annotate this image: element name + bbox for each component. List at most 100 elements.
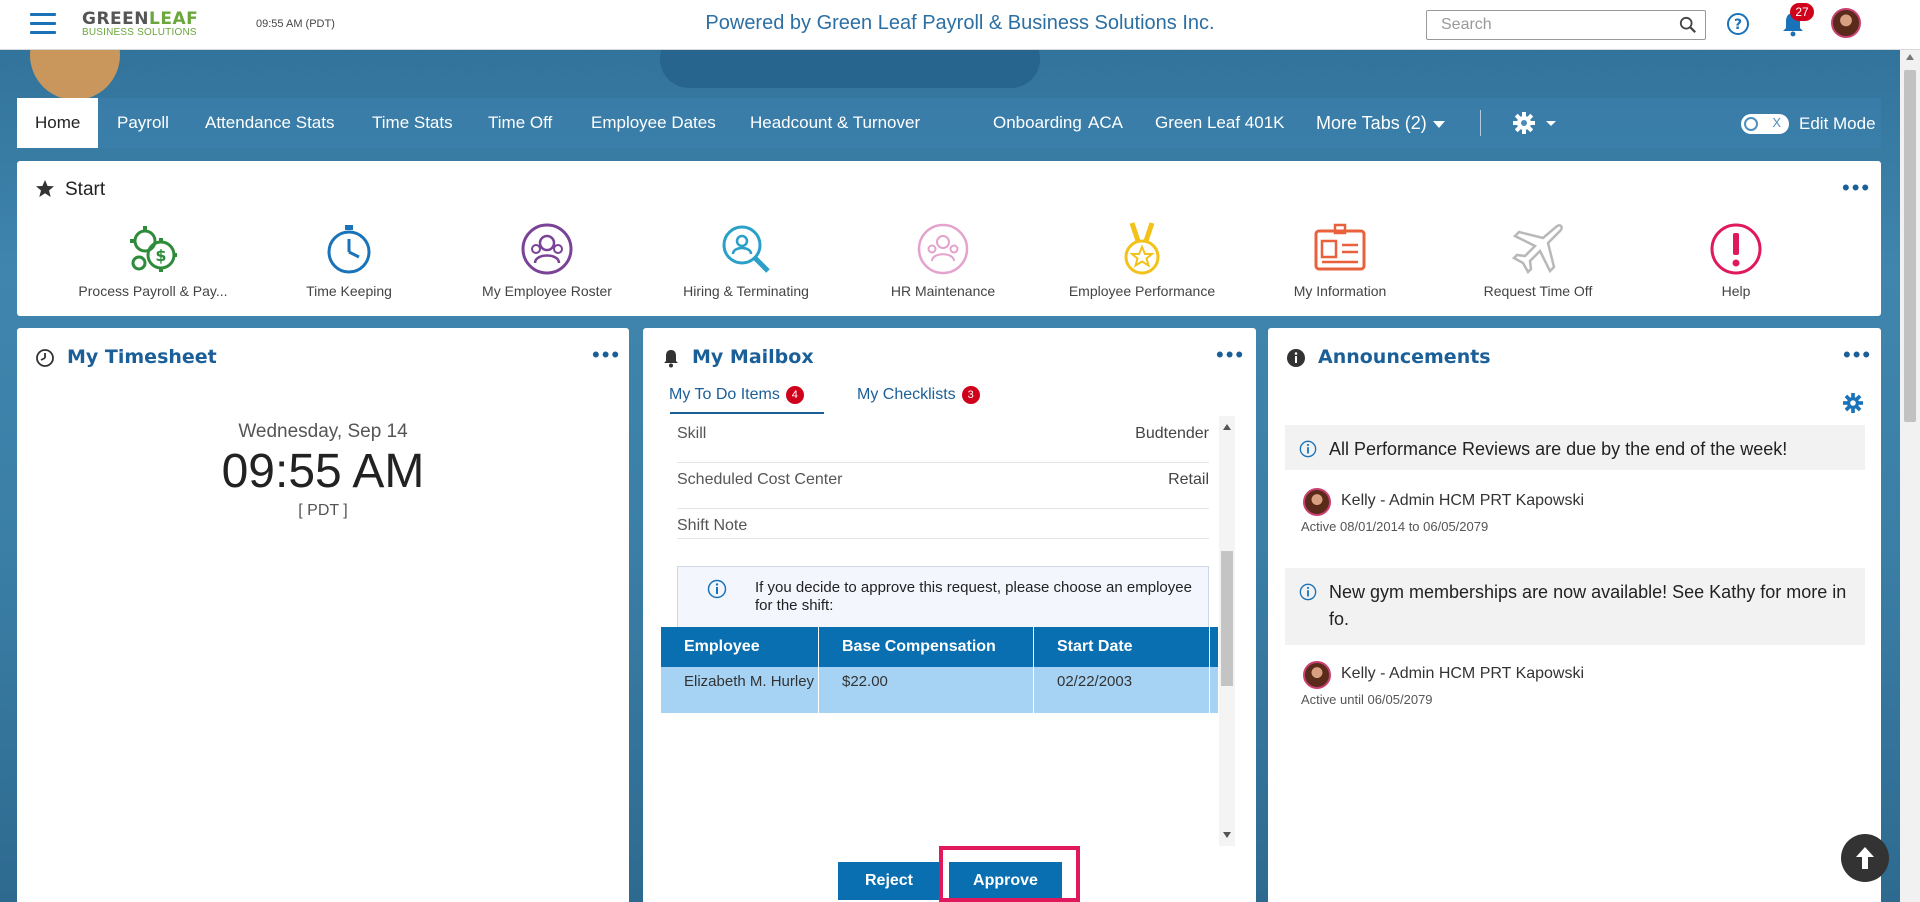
tab-green-leaf-401k[interactable]: Green Leaf 401K bbox=[1155, 98, 1284, 148]
settings-gear-icon[interactable] bbox=[1511, 110, 1557, 136]
announcements-title: Announcements bbox=[1318, 346, 1491, 368]
tab-more-tabs[interactable]: More Tabs (2) bbox=[1316, 98, 1445, 148]
start-more-options-icon[interactable]: ••• bbox=[1842, 177, 1871, 199]
back-to-top-button[interactable] bbox=[1841, 834, 1889, 882]
column-header-start-date[interactable]: Start Date bbox=[1034, 627, 1210, 667]
shortcut-label: Employee Performance bbox=[1068, 283, 1216, 299]
logo[interactable]: GREENLEAF BUSINESS SOLUTIONS bbox=[82, 9, 212, 43]
toggle-off-label: X bbox=[1772, 115, 1781, 130]
shortcut-label: Help bbox=[1721, 283, 1751, 299]
shortcut-my-employee-roster[interactable]: My Employee Roster bbox=[452, 221, 642, 299]
shortcut-label: HR Maintenance bbox=[890, 283, 996, 299]
shortcut-hiring-terminating[interactable]: Hiring & Terminating bbox=[651, 221, 841, 299]
user-avatar[interactable] bbox=[1831, 8, 1861, 38]
timesheet-date: Wednesday, Sep 14 bbox=[238, 421, 408, 442]
info-filled-icon bbox=[1287, 349, 1305, 367]
scroll-thumb[interactable] bbox=[1221, 551, 1233, 686]
shortcut-request-time-off[interactable]: Request Time Off bbox=[1443, 221, 1633, 299]
id-card-icon bbox=[1314, 223, 1366, 271]
start-title: Start bbox=[65, 179, 106, 200]
more-tabs-label: More Tabs (2) bbox=[1316, 113, 1427, 133]
tab-my-to-do-items[interactable]: My To Do Items 4 bbox=[669, 386, 804, 404]
todo-count-badge: 4 bbox=[785, 386, 804, 404]
scroll-down-arrow-icon[interactable] bbox=[1223, 832, 1231, 838]
tab-onboarding[interactable]: Onboarding bbox=[993, 98, 1082, 148]
mailbox-card: My Mailbox ••• My To Do Items 4 My Checkl… bbox=[643, 328, 1256, 902]
tab-label: My Checklists bbox=[857, 386, 956, 403]
toggle-knob bbox=[1744, 117, 1758, 131]
announcement-text: New gym memberships are now available! S… bbox=[1329, 582, 1847, 629]
payroll-gears-icon: $ bbox=[130, 226, 177, 272]
page-scroll-up-arrow-icon[interactable] bbox=[1906, 54, 1914, 60]
edit-mode-toggle[interactable]: X bbox=[1741, 114, 1789, 134]
star-icon bbox=[36, 180, 54, 197]
mailbox-scrollbar[interactable] bbox=[1219, 416, 1235, 846]
scroll-up-arrow-icon[interactable] bbox=[1223, 424, 1231, 430]
timesheet-title[interactable]: My Timesheet bbox=[67, 346, 217, 368]
exclamation-icon bbox=[1710, 223, 1762, 275]
column-header-base-compensation[interactable]: Base Compensation bbox=[819, 627, 1034, 667]
tab-divider bbox=[1480, 110, 1481, 136]
detail-row-shift-note: Shift Note bbox=[677, 509, 1209, 539]
timesheet-more-options-icon[interactable]: ••• bbox=[592, 344, 621, 366]
page-scroll-thumb[interactable] bbox=[1904, 70, 1916, 422]
author-name: Kelly - Admin HCM PRT Kapowski bbox=[1341, 492, 1585, 509]
tab-headcount-turnover[interactable]: Headcount & Turnover bbox=[750, 98, 920, 148]
table-row[interactable]: Elizabeth M. Hurley $22.00 02/22/2003 bbox=[661, 667, 1218, 713]
logo-text-b: LEAF bbox=[149, 9, 199, 29]
timesheet-time: 09:55 AM bbox=[221, 445, 425, 498]
clock-icon bbox=[36, 349, 54, 367]
tab-employee-dates[interactable]: Employee Dates bbox=[591, 98, 716, 148]
tab-payroll[interactable]: Payroll bbox=[117, 98, 169, 148]
approve-highlight-box bbox=[939, 846, 1080, 902]
reject-button[interactable]: Reject bbox=[838, 862, 940, 900]
announcements-card: Announcements ••• All Performance Review… bbox=[1268, 328, 1881, 902]
shortcut-label: Process Payroll & Pay... bbox=[78, 283, 228, 299]
checklists-count-badge: 3 bbox=[961, 386, 980, 404]
hamburger-menu-icon[interactable] bbox=[30, 13, 56, 35]
table-header: Employee Base Compensation Start Date bbox=[661, 627, 1218, 667]
detail-row-cost-center: Scheduled Cost Center Retail bbox=[677, 463, 1209, 509]
top-bar: GREENLEAF BUSINESS SOLUTIONS 09:55 AM (P… bbox=[0, 0, 1920, 50]
search-input[interactable] bbox=[1427, 11, 1667, 39]
page-scrollbar[interactable] bbox=[1900, 50, 1920, 902]
shortcut-label: Time Keeping bbox=[306, 283, 392, 299]
shortcut-time-keeping[interactable]: Time Keeping bbox=[254, 221, 444, 299]
info-icon bbox=[1299, 583, 1317, 601]
shortcut-employee-performance[interactable]: Employee Performance bbox=[1047, 221, 1237, 299]
active-tab-underline bbox=[670, 412, 824, 414]
tab-time-stats[interactable]: Time Stats bbox=[372, 98, 453, 148]
mailbox-more-options-icon[interactable]: ••• bbox=[1216, 344, 1245, 366]
announcements-more-options-icon[interactable]: ••• bbox=[1843, 344, 1872, 366]
announcement-dates: Active 08/01/2014 to 06/05/2079 bbox=[1301, 519, 1489, 534]
author-avatar bbox=[1303, 488, 1331, 516]
shortcut-my-information[interactable]: My Information bbox=[1245, 221, 1435, 299]
shortcut-help[interactable]: Help bbox=[1641, 221, 1831, 299]
help-icon[interactable]: ? bbox=[1726, 12, 1750, 36]
detail-key: Skill bbox=[677, 425, 707, 442]
announcements-settings-gear-icon[interactable] bbox=[1842, 392, 1864, 414]
tab-bar: Home Payroll Attendance Stats Time Stats… bbox=[17, 98, 1881, 148]
author-avatar bbox=[1303, 661, 1331, 689]
hr-maintenance-icon bbox=[917, 223, 969, 275]
shortcut-label: Hiring & Terminating bbox=[683, 283, 809, 299]
medal-icon bbox=[1124, 222, 1160, 275]
tab-label: My To Do Items bbox=[669, 386, 780, 403]
shortcut-process-payroll[interactable]: $ Process Payroll & Pay... bbox=[58, 221, 248, 299]
arrow-up-icon bbox=[1856, 847, 1874, 869]
tab-aca[interactable]: ACA bbox=[1088, 98, 1123, 148]
start-card: Start ••• $ Process Payroll & Pay... Tim… bbox=[17, 161, 1881, 316]
hiring-magnifier-icon bbox=[722, 225, 770, 273]
tab-home[interactable]: Home bbox=[17, 98, 99, 148]
column-header-employee[interactable]: Employee bbox=[661, 627, 819, 667]
cell-employee: Elizabeth M. Hurley bbox=[661, 667, 819, 713]
tab-attendance-stats[interactable]: Attendance Stats bbox=[205, 98, 334, 148]
search-icon[interactable] bbox=[1679, 16, 1697, 34]
tab-my-checklists[interactable]: My Checklists 3 bbox=[857, 386, 980, 404]
timesheet-card: My Timesheet ••• Wednesday, Sep 14 09:55… bbox=[17, 328, 629, 902]
stopwatch-icon bbox=[327, 225, 371, 274]
shortcut-hr-maintenance[interactable]: HR Maintenance bbox=[848, 221, 1038, 299]
info-icon bbox=[1299, 440, 1317, 458]
tab-time-off[interactable]: Time Off bbox=[488, 98, 552, 148]
detail-value: Retail bbox=[1168, 471, 1209, 488]
